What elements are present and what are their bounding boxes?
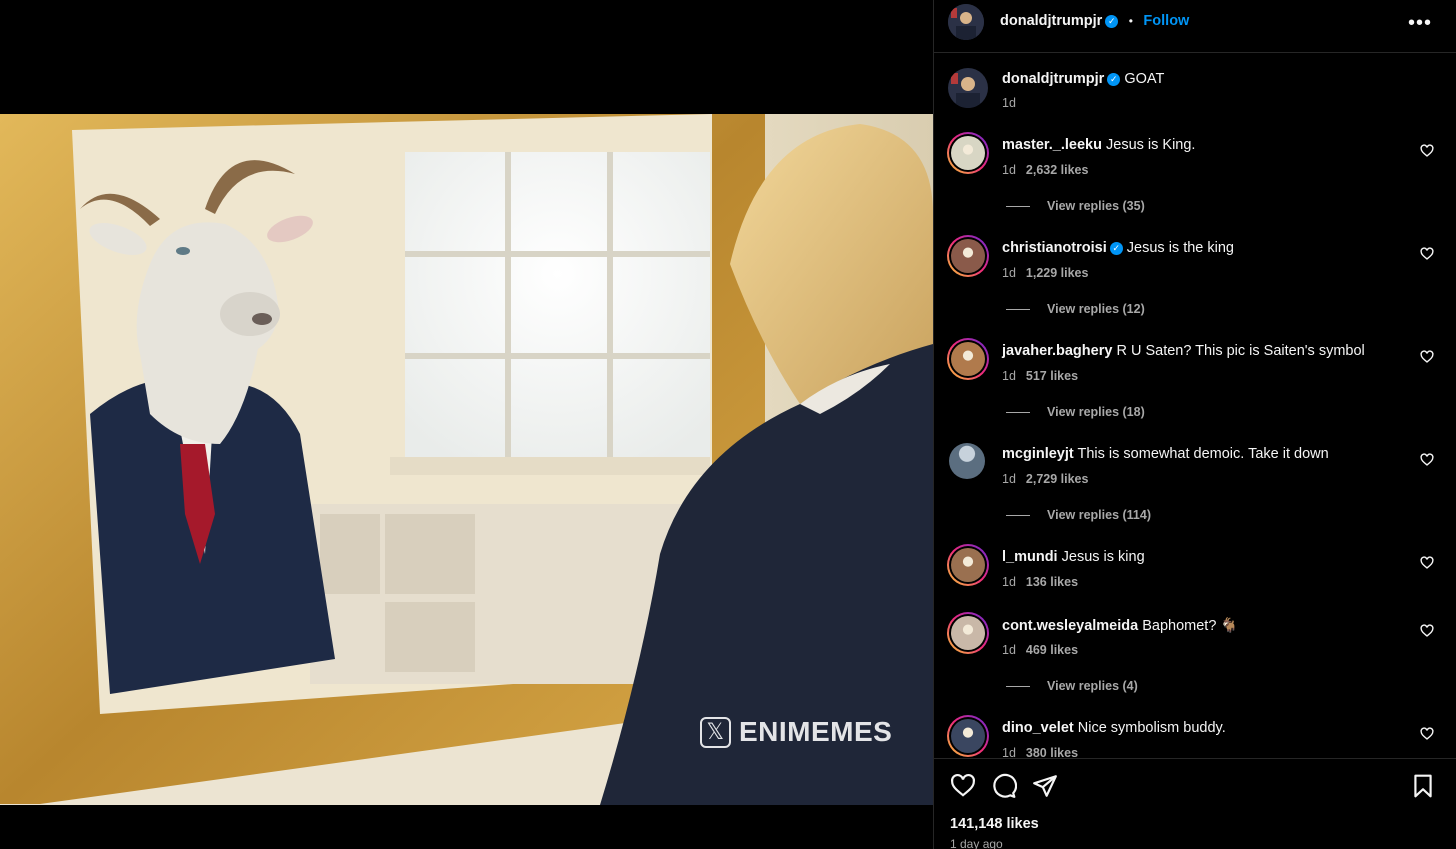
comment-avatar[interactable] [949,443,985,479]
comment-meta: 1d 517 likes [1002,369,1078,383]
comment-like-heart-icon[interactable] [1420,624,1434,638]
comment-time: 1d [1002,369,1016,383]
replies-dash [1006,514,1030,516]
post-image[interactable] [0,114,933,805]
comment-meta: 1d 469 likes [1002,643,1078,657]
comment-text: This is somewhat demoic. Take it down [1077,446,1329,462]
comment-bubble-icon[interactable] [991,773,1017,799]
post-media[interactable]: 𝕏 ENIMEMES [0,0,933,849]
post-side-panel: donaldjtrumpjr ✓ • Follow ••• donaldjtrum… [933,0,1456,849]
comment-likes[interactable]: 380 likes [1026,746,1078,758]
comment-meta: 1d 136 likes [1002,575,1078,589]
likes-count[interactable]: 141,148 likes [950,816,1039,832]
comment-username[interactable]: javaher.baghery [1002,343,1112,359]
share-send-icon[interactable] [1032,773,1058,799]
comment-like-heart-icon[interactable] [1420,453,1434,467]
comment-username[interactable]: dino_velet [1002,720,1074,736]
comment-time: 1d [1002,266,1016,280]
save-bookmark-icon[interactable] [1410,773,1436,799]
comment-like-heart-icon[interactable] [1420,556,1434,570]
comment-time: 1d [1002,163,1016,177]
comment-avatar[interactable] [947,235,989,277]
view-replies-link[interactable]: View replies (12) [1006,302,1145,316]
comment-text: Jesus is king [1061,549,1145,565]
like-heart-icon[interactable] [950,773,976,799]
comment-username[interactable]: master._.leeku [1002,137,1102,153]
comment-like-heart-icon[interactable] [1420,247,1434,261]
comment-avatar[interactable] [947,338,989,380]
comment-time: 1d [1002,472,1016,486]
comment-meta: 1d 2,729 likes [1002,472,1088,486]
comment-likes[interactable]: 2,729 likes [1026,472,1089,486]
comment-time: 1d [1002,643,1016,657]
follow-button[interactable]: Follow [1143,13,1189,29]
comment-avatar[interactable] [947,132,989,174]
comment-body: master._.leeku Jesus is King. [1002,137,1195,153]
comment-text: Baphomet? 🐐 [1142,618,1239,634]
comment-body: dino_velet Nice symbolism buddy. [1002,720,1226,736]
caption-avatar[interactable] [948,68,988,108]
replies-dash [1006,685,1030,687]
comment-meta: 1d 380 likes [1002,746,1078,758]
comment-username[interactable]: mcginleyjt [1002,446,1074,462]
watermark: 𝕏 ENIMEMES [700,716,892,748]
author-avatar[interactable] [948,4,984,40]
view-replies-link[interactable]: View replies (35) [1006,199,1145,213]
verified-badge-icon: ✓ [1109,242,1123,255]
comment-body: cont.wesleyalmeida Baphomet? 🐐 [1002,617,1238,634]
comments-list[interactable]: donaldjtrumpjr ✓ GOAT 1d master._.leeku J… [934,54,1456,758]
more-options-icon[interactable]: ••• [1408,12,1432,35]
verified-badge-icon: ✓ [1107,73,1121,86]
comment-avatar[interactable] [947,715,989,757]
view-replies-label[interactable]: View replies (114) [1047,508,1151,522]
caption-username[interactable]: donaldjtrumpjr [1002,71,1104,87]
replies-dash [1006,411,1030,413]
comment-text: Jesus is the king [1126,240,1234,256]
comment-username[interactable]: l_mundi [1002,549,1058,565]
comment-body: l_mundi Jesus is king [1002,549,1145,565]
separator-dot: • [1128,14,1133,28]
comment-body: javaher.baghery R U Saten? This pic is S… [1002,343,1365,359]
action-bar: 141,148 likes 1 day ago [934,758,1456,849]
comment-likes[interactable]: 1,229 likes [1026,266,1089,280]
view-replies-label[interactable]: View replies (12) [1047,302,1145,316]
replies-dash [1006,308,1030,310]
comment-text: Nice symbolism buddy. [1077,720,1226,736]
comment-meta: 1d 1,229 likes [1002,266,1088,280]
comment-username[interactable]: christianotroisi [1002,240,1107,256]
comment-like-heart-icon[interactable] [1420,144,1434,158]
replies-dash [1006,205,1030,207]
post-time: 1 day ago [950,837,1003,849]
comment-likes[interactable]: 2,632 likes [1026,163,1089,177]
comment-like-heart-icon[interactable] [1420,727,1434,741]
x-logo-icon: 𝕏 [700,716,731,748]
comment-like-heart-icon[interactable] [1420,350,1434,364]
caption-text: GOAT [1124,71,1165,87]
comment-body: christianotroisi ✓ Jesus is the king [1002,240,1234,256]
comment-text: Jesus is King. [1106,137,1196,153]
comment-avatar[interactable] [947,612,989,654]
comment-meta: 1d 2,632 likes [1002,163,1088,177]
view-replies-link[interactable]: View replies (114) [1006,508,1151,522]
author-username[interactable]: donaldjtrumpjr [1000,13,1102,29]
verified-badge-icon: ✓ [1105,15,1119,28]
comment-time: 1d [1002,575,1016,589]
comment-likes[interactable]: 517 likes [1026,369,1078,383]
view-replies-label[interactable]: View replies (35) [1047,199,1145,213]
view-replies-link[interactable]: View replies (4) [1006,679,1138,693]
post-header: donaldjtrumpjr ✓ • Follow ••• [934,0,1456,53]
watermark-text: ENIMEMES [739,716,893,747]
comment-likes[interactable]: 469 likes [1026,643,1078,657]
comment-likes[interactable]: 136 likes [1026,575,1078,589]
comment-time: 1d [1002,746,1016,758]
view-replies-link[interactable]: View replies (18) [1006,405,1145,419]
comment-avatar[interactable] [947,544,989,586]
view-replies-label[interactable]: View replies (18) [1047,405,1145,419]
comment-body: mcginleyjt This is somewhat demoic. Take… [1002,446,1329,462]
comment-username[interactable]: cont.wesleyalmeida [1002,618,1138,634]
comment-text: R U Saten? This pic is Saiten's symbol [1116,343,1365,359]
view-replies-label[interactable]: View replies (4) [1047,679,1138,693]
caption-time: 1d [1002,96,1016,110]
